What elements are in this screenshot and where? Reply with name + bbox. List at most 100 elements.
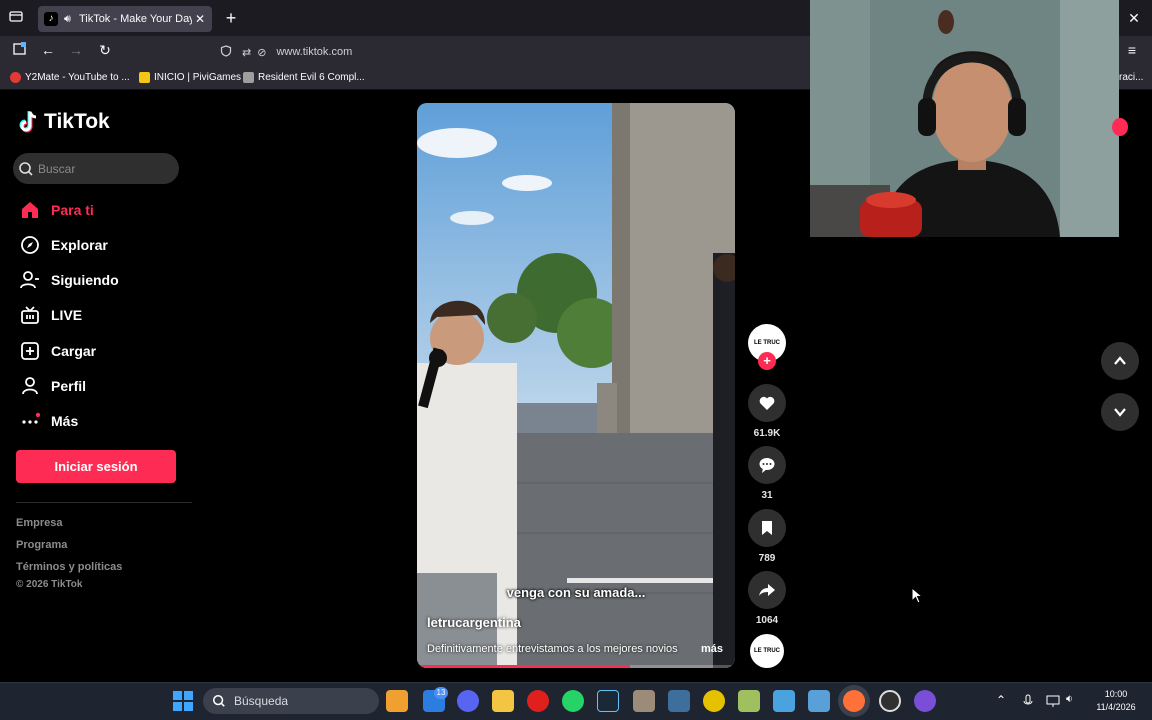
close-window-icon[interactable]: ✕ bbox=[1124, 8, 1144, 28]
obs-icon[interactable] bbox=[879, 690, 901, 712]
video-progress-bar[interactable] bbox=[417, 665, 735, 668]
footer-link-empresa[interactable]: Empresa bbox=[16, 517, 62, 529]
share-action[interactable]: 1064 bbox=[748, 571, 786, 626]
app-icon-yellow[interactable] bbox=[703, 690, 725, 712]
sound-avatar[interactable]: LE TRUC bbox=[750, 634, 784, 668]
nav-label: Más bbox=[51, 413, 79, 429]
login-button[interactable]: Iniciar sesión bbox=[16, 450, 176, 483]
tiktok-favicon-icon: ♪ bbox=[44, 12, 58, 26]
steam-icon[interactable] bbox=[597, 690, 619, 712]
permissions-icon[interactable]: ⇄ bbox=[242, 46, 251, 59]
app-icon-game[interactable] bbox=[738, 690, 760, 712]
live-tv-icon bbox=[18, 303, 42, 327]
chevron-down-icon bbox=[1114, 408, 1126, 417]
chevron-up-icon[interactable]: ⌃ bbox=[996, 693, 1006, 707]
app-icon-purple[interactable] bbox=[914, 690, 936, 712]
comment-icon[interactable] bbox=[748, 446, 786, 484]
sound-disc[interactable]: LE TRUC bbox=[748, 634, 786, 668]
profile-icon bbox=[18, 374, 42, 398]
nav-item-live[interactable]: LIVE bbox=[18, 303, 82, 327]
more-link[interactable]: más bbox=[701, 643, 723, 655]
brand-name: TikTok bbox=[44, 110, 110, 133]
following-icon bbox=[18, 268, 42, 292]
nav-label: LIVE bbox=[51, 307, 83, 323]
tab-title: TikTok - Make Your Day bbox=[78, 13, 192, 25]
search-icon bbox=[212, 694, 225, 707]
bookmark-pivigames[interactable]: INICIO | PiviGames bbox=[139, 72, 241, 83]
tracking-blocked-icon[interactable]: ⊘ bbox=[257, 46, 266, 59]
upload-icon bbox=[18, 339, 42, 363]
photos-icon[interactable] bbox=[773, 690, 795, 712]
clock-time: 10:00 bbox=[1104, 689, 1128, 699]
video-player[interactable]: venga con su amada... letrucargentina De… bbox=[417, 103, 735, 668]
bookmark-label: Y2Mate - YouTube to ... bbox=[25, 72, 130, 83]
game-app-icon[interactable] bbox=[633, 690, 655, 712]
volume-icon[interactable]: 🔉︎ bbox=[1066, 693, 1073, 706]
system-clock[interactable]: 10:00 11/4/2026 bbox=[1088, 688, 1144, 714]
previous-video-button[interactable] bbox=[1101, 342, 1139, 380]
browser-tab-active[interactable]: ♪ 🔊︎ TikTok - Make Your Day ✕ bbox=[38, 6, 212, 32]
next-video-button[interactable] bbox=[1101, 393, 1139, 431]
nav-label: Perfil bbox=[51, 378, 87, 394]
video-description: Definitivamente entrevistamos a los mejo… bbox=[427, 643, 678, 655]
nav-item-siguiendo[interactable]: Siguiendo bbox=[18, 268, 119, 292]
nav-item-perfil[interactable]: Perfil bbox=[18, 374, 86, 398]
bookmark-icon[interactable] bbox=[748, 509, 786, 547]
follow-button[interactable]: + bbox=[758, 352, 776, 370]
chevron-up-icon bbox=[1114, 356, 1126, 365]
whatsapp-icon[interactable] bbox=[562, 690, 584, 712]
clock-date: 11/4/2026 bbox=[1096, 702, 1136, 712]
nav-label: Siguiendo bbox=[51, 272, 119, 288]
speaker-icon[interactable]: 🔊︎ bbox=[64, 13, 71, 26]
like-action[interactable]: 61.9K bbox=[748, 384, 786, 439]
close-tab-icon[interactable]: ✕ bbox=[192, 12, 208, 26]
taskbar-search[interactable]: Búsqueda bbox=[203, 688, 379, 714]
shield-icon[interactable] bbox=[220, 44, 232, 60]
bookmark-overflow[interactable]: raci... bbox=[1119, 72, 1143, 83]
nav-label: Para ti bbox=[51, 202, 94, 218]
video-progress-fill bbox=[417, 665, 631, 668]
file-explorer-icon[interactable] bbox=[492, 690, 514, 712]
app-icon-window[interactable] bbox=[808, 690, 830, 712]
compass-icon bbox=[18, 233, 42, 257]
nav-item-para-ti[interactable]: Para ti bbox=[18, 198, 94, 222]
tab-list-icon[interactable] bbox=[6, 8, 26, 28]
heart-icon[interactable] bbox=[748, 384, 786, 422]
microphone-icon[interactable] bbox=[1022, 694, 1034, 708]
bookmark-label: Resident Evil 6 Compl... bbox=[258, 72, 365, 83]
pivigames-favicon-icon bbox=[139, 72, 150, 83]
avatar-text: LE TRUC bbox=[754, 648, 780, 654]
footer-link-terminos[interactable]: Términos y políticas bbox=[16, 561, 122, 573]
network-icon[interactable] bbox=[1046, 694, 1060, 708]
reload-icon[interactable]: ↻ bbox=[95, 40, 115, 60]
save-action[interactable]: 789 bbox=[748, 509, 786, 564]
bookmark-resident-evil[interactable]: Resident Evil 6 Compl... bbox=[243, 72, 365, 83]
opera-icon[interactable] bbox=[527, 690, 549, 712]
sidebar-toggle-icon[interactable] bbox=[10, 40, 30, 60]
search-box[interactable]: Buscar bbox=[13, 153, 179, 184]
app-menu-icon[interactable]: ≡ bbox=[1122, 40, 1142, 60]
url-bar[interactable]: ⇄ ⊘ www.tiktok.com bbox=[214, 40, 814, 64]
webcam-overlay bbox=[810, 0, 1119, 237]
tiktok-logo[interactable]: TikTok bbox=[18, 110, 110, 134]
search-input[interactable]: Buscar bbox=[38, 162, 75, 176]
nav-item-mas[interactable]: Más bbox=[18, 409, 78, 433]
windows-start-icon[interactable] bbox=[173, 691, 193, 711]
nav-item-cargar[interactable]: Cargar bbox=[18, 339, 96, 363]
video-author[interactable]: letrucargentina bbox=[427, 615, 521, 630]
discord-icon[interactable] bbox=[457, 690, 479, 712]
nav-item-explorar[interactable]: Explorar bbox=[18, 233, 108, 257]
bookmark-y2mate[interactable]: Y2Mate - YouTube to ... bbox=[10, 72, 130, 83]
share-icon[interactable] bbox=[748, 571, 786, 609]
comment-action[interactable]: 31 bbox=[748, 446, 786, 501]
url-text[interactable]: www.tiktok.com bbox=[276, 46, 352, 58]
footer-link-programa[interactable]: Programa bbox=[16, 539, 67, 551]
back-icon[interactable]: ← bbox=[38, 40, 58, 60]
like-count: 61.9K bbox=[753, 428, 781, 439]
store-icon[interactable] bbox=[386, 690, 408, 712]
firefox-icon[interactable] bbox=[843, 690, 865, 712]
forward-icon[interactable]: → bbox=[66, 40, 86, 60]
app-icon-blue[interactable] bbox=[668, 690, 690, 712]
new-tab-icon[interactable]: + bbox=[221, 8, 241, 28]
more-icon bbox=[18, 409, 42, 433]
